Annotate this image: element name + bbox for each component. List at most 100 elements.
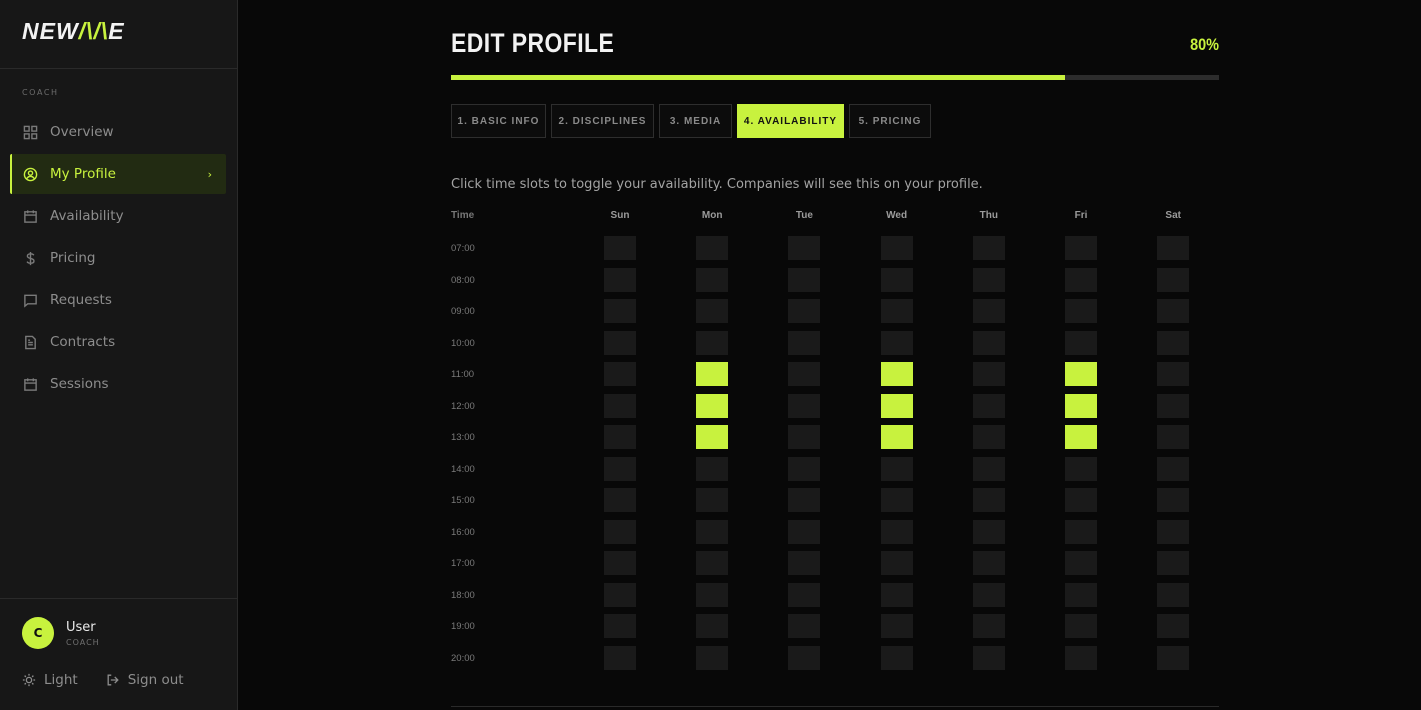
time-slot[interactable] — [1157, 425, 1190, 449]
time-slot[interactable] — [604, 519, 636, 544]
time-slot[interactable] — [604, 267, 636, 292]
time-slot[interactable] — [1157, 362, 1190, 386]
time-slot[interactable] — [696, 456, 729, 481]
sidebar-item-sessions[interactable]: Sessions — [10, 364, 226, 404]
time-slot[interactable] — [880, 299, 913, 323]
user-card[interactable]: C User COACH — [22, 617, 100, 649]
time-slot[interactable] — [972, 645, 1005, 670]
time-slot[interactable] — [788, 236, 821, 260]
tab-basic-info[interactable]: 1. BASIC INFO — [451, 104, 546, 138]
time-slot[interactable] — [604, 425, 636, 449]
time-slot[interactable] — [604, 582, 636, 607]
time-slot[interactable] — [880, 551, 913, 575]
time-slot[interactable] — [604, 330, 636, 355]
sidebar-item-contracts[interactable]: Contracts — [10, 322, 226, 362]
sidebar-item-overview[interactable]: Overview — [10, 112, 226, 152]
time-slot[interactable] — [972, 425, 1005, 449]
time-slot[interactable] — [972, 267, 1005, 292]
time-slot[interactable] — [1157, 236, 1190, 260]
time-slot[interactable] — [788, 614, 821, 638]
time-slot[interactable] — [788, 425, 821, 449]
time-slot[interactable] — [696, 551, 729, 575]
time-slot[interactable] — [604, 645, 636, 670]
time-slot[interactable] — [972, 488, 1005, 512]
time-slot[interactable] — [1157, 393, 1190, 418]
time-slot[interactable] — [972, 236, 1005, 260]
time-slot[interactable] — [696, 488, 729, 512]
time-slot[interactable] — [1065, 267, 1097, 292]
time-slot[interactable] — [972, 582, 1005, 607]
time-slot[interactable] — [696, 614, 729, 638]
time-slot[interactable] — [880, 393, 913, 418]
time-slot[interactable] — [696, 393, 729, 418]
time-slot[interactable] — [1157, 456, 1190, 481]
time-slot[interactable] — [1065, 425, 1097, 449]
time-slot[interactable] — [880, 456, 913, 481]
time-slot[interactable] — [696, 267, 729, 292]
tab-media[interactable]: 3. MEDIA — [659, 104, 732, 138]
time-slot[interactable] — [1157, 645, 1190, 670]
time-slot[interactable] — [1065, 362, 1097, 386]
time-slot[interactable] — [880, 425, 913, 449]
time-slot[interactable] — [788, 551, 821, 575]
time-slot[interactable] — [788, 299, 821, 323]
time-slot[interactable] — [696, 425, 729, 449]
time-slot[interactable] — [972, 330, 1005, 355]
time-slot[interactable] — [696, 236, 729, 260]
tab-availability[interactable]: 4. AVAILABILITY — [737, 104, 844, 138]
time-slot[interactable] — [880, 362, 913, 386]
time-slot[interactable] — [1157, 267, 1190, 292]
tab-disciplines[interactable]: 2. DISCIPLINES — [551, 104, 654, 138]
time-slot[interactable] — [604, 393, 636, 418]
sidebar-item-my-profile[interactable]: My Profile › — [10, 154, 226, 194]
time-slot[interactable] — [604, 488, 636, 512]
time-slot[interactable] — [604, 362, 636, 386]
time-slot[interactable] — [880, 519, 913, 544]
time-slot[interactable] — [604, 456, 636, 481]
time-slot[interactable] — [788, 488, 821, 512]
time-slot[interactable] — [788, 330, 821, 355]
time-slot[interactable] — [880, 488, 913, 512]
time-slot[interactable] — [1157, 582, 1190, 607]
time-slot[interactable] — [604, 614, 636, 638]
time-slot[interactable] — [1065, 519, 1097, 544]
tab-pricing[interactable]: 5. PRICING — [849, 104, 931, 138]
time-slot[interactable] — [880, 645, 913, 670]
time-slot[interactable] — [788, 645, 821, 670]
time-slot[interactable] — [788, 519, 821, 544]
time-slot[interactable] — [788, 393, 821, 418]
time-slot[interactable] — [972, 456, 1005, 481]
time-slot[interactable] — [788, 582, 821, 607]
time-slot[interactable] — [788, 456, 821, 481]
time-slot[interactable] — [696, 645, 729, 670]
time-slot[interactable] — [880, 614, 913, 638]
time-slot[interactable] — [696, 519, 729, 544]
time-slot[interactable] — [696, 582, 729, 607]
time-slot[interactable] — [604, 299, 636, 323]
time-slot[interactable] — [1065, 488, 1097, 512]
time-slot[interactable] — [1065, 551, 1097, 575]
time-slot[interactable] — [972, 551, 1005, 575]
time-slot[interactable] — [972, 519, 1005, 544]
time-slot[interactable] — [1065, 456, 1097, 481]
sidebar-item-requests[interactable]: Requests — [10, 280, 226, 320]
time-slot[interactable] — [972, 614, 1005, 638]
time-slot[interactable] — [1065, 393, 1097, 418]
time-slot[interactable] — [1157, 299, 1190, 323]
time-slot[interactable] — [972, 299, 1005, 323]
time-slot[interactable] — [696, 330, 729, 355]
time-slot[interactable] — [1065, 299, 1097, 323]
time-slot[interactable] — [1157, 551, 1190, 575]
time-slot[interactable] — [1065, 582, 1097, 607]
time-slot[interactable] — [1157, 488, 1190, 512]
time-slot[interactable] — [972, 362, 1005, 386]
logo[interactable]: NEW/\/\E — [22, 18, 125, 46]
time-slot[interactable] — [604, 236, 636, 260]
time-slot[interactable] — [1065, 236, 1097, 260]
time-slot[interactable] — [1065, 330, 1097, 355]
time-slot[interactable] — [972, 393, 1005, 418]
time-slot[interactable] — [880, 582, 913, 607]
time-slot[interactable] — [1157, 330, 1190, 355]
time-slot[interactable] — [696, 362, 729, 386]
time-slot[interactable] — [880, 267, 913, 292]
